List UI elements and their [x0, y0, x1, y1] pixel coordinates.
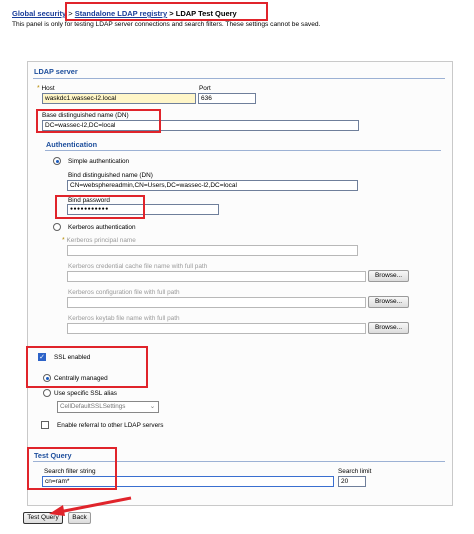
authentication-title: Authentication: [46, 140, 98, 149]
kerberos-cache-label: Kerberos credential cache file name with…: [68, 263, 208, 270]
highlight-box: [65, 2, 268, 21]
enable-referral-checkbox[interactable]: [41, 421, 49, 429]
section-divider: [33, 78, 445, 79]
highlight-box: [55, 195, 145, 219]
highlight-box: [26, 346, 148, 388]
ssl-alias-select[interactable]: CellDefaultSSLSettings ⌄: [57, 401, 159, 413]
section-divider: [45, 150, 441, 151]
port-input[interactable]: 636: [198, 93, 256, 104]
page-description: This panel is only for testing LDAP serv…: [12, 21, 321, 28]
kerberos-principal-label: * Kerberos principal name: [62, 237, 136, 244]
highlight-box: [36, 109, 161, 133]
kerberos-config-input[interactable]: [67, 297, 366, 308]
search-limit-input[interactable]: 20: [338, 476, 366, 487]
port-label: Port: [199, 85, 211, 92]
kerberos-cache-input[interactable]: [67, 271, 366, 282]
specific-ssl-alias-label: Use specific SSL alias: [54, 390, 117, 397]
arrow-icon: [49, 496, 132, 516]
simple-auth-label: Simple authentication: [68, 158, 130, 165]
kerberos-keytab-input[interactable]: [67, 323, 366, 334]
chevron-down-icon: ⌄: [149, 403, 155, 410]
browse-cache-button[interactable]: Browse...: [368, 270, 409, 282]
ldap-server-title: LDAP server: [34, 67, 78, 76]
kerberos-config-label: Kerberos configuration file with full pa…: [68, 289, 180, 296]
host-input[interactable]: waskdc1.wassec-l2.local: [42, 93, 196, 104]
kerberos-principal-input[interactable]: [67, 245, 358, 256]
enable-referral-label: Enable referral to other LDAP servers: [57, 422, 164, 429]
bind-dn-label: Bind distinguished name (DN): [68, 172, 153, 179]
simple-auth-radio[interactable]: [53, 157, 61, 165]
specific-ssl-alias-radio[interactable]: [43, 389, 51, 397]
host-label: * Host: [37, 85, 55, 92]
browse-keytab-button[interactable]: Browse...: [368, 322, 409, 334]
ssl-alias-value: CellDefaultSSLSettings: [60, 403, 126, 410]
highlight-box: [27, 447, 117, 490]
kerberos-auth-label: Kerberos authentication: [68, 224, 136, 231]
browse-config-button[interactable]: Browse...: [368, 296, 409, 308]
search-limit-label: Search limit: [338, 468, 372, 475]
breadcrumb-global-security[interactable]: Global security: [12, 9, 66, 18]
required-marker: *: [37, 85, 40, 92]
kerberos-keytab-label: Kerberos keytab file name with full path: [68, 315, 180, 322]
kerberos-auth-radio[interactable]: [53, 223, 61, 231]
bind-dn-input[interactable]: CN=websphereadmin,CN=Users,DC=wassec-l2,…: [67, 180, 358, 191]
